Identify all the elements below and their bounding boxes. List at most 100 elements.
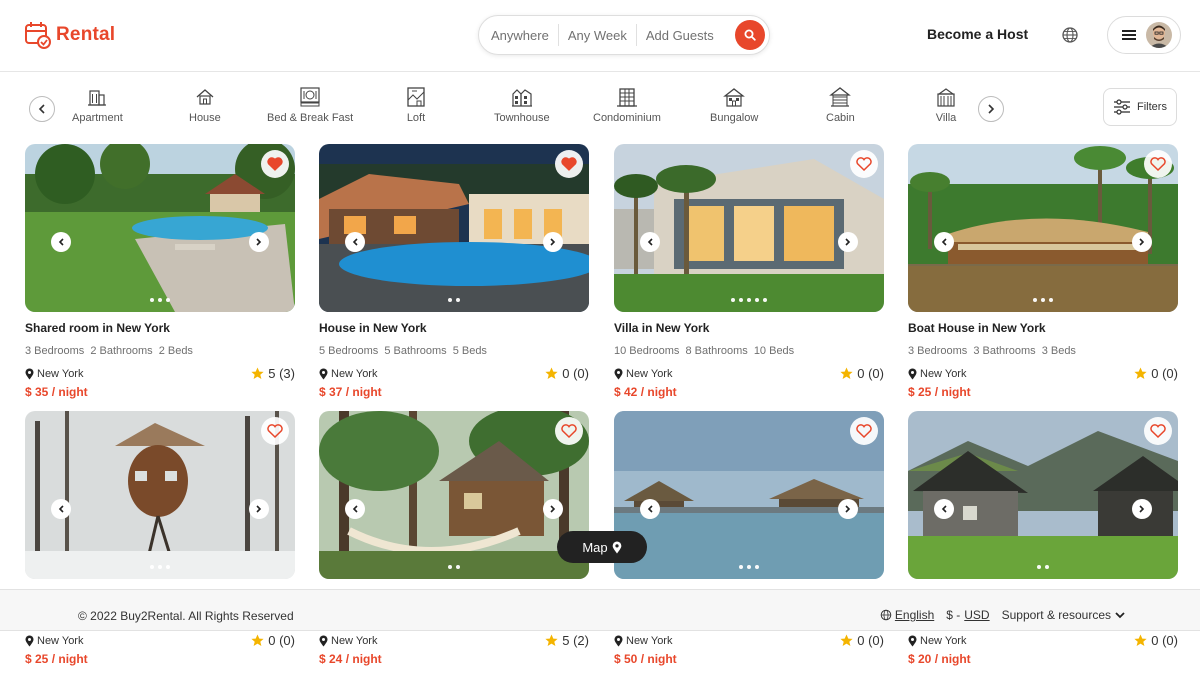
filters-button[interactable]: Filters [1103,88,1177,126]
listing-photo[interactable] [319,144,589,312]
currency-label[interactable]: USD [964,608,989,622]
language-selector[interactable]: English [880,608,934,622]
forest-cabin-photo [319,411,589,579]
listing-photo[interactable] [614,144,884,312]
globe-icon[interactable] [1060,25,1080,45]
photo-prev-button[interactable] [51,499,71,519]
listing-meta: New York 0 (0) [25,633,295,648]
photo-prev-button[interactable] [51,232,71,252]
listing-card[interactable]: House in New York 5 Bedrooms 5 Bathrooms… [319,144,589,399]
favorite-button[interactable] [261,150,289,178]
category-bungalow[interactable]: Bungalow [710,86,758,124]
photo-next-button[interactable] [543,499,563,519]
category-label: Apartment [72,112,123,124]
category-condominium[interactable]: Condominium [593,86,661,124]
favorite-button[interactable] [1144,150,1172,178]
heart-outline-icon [1150,424,1166,438]
photo-next-button[interactable] [1132,499,1152,519]
user-menu-button[interactable] [1107,16,1181,54]
listing-meta: New York 5 (2) [319,633,589,648]
category-townhouse[interactable]: Townhouse [494,86,550,124]
photo-pagination-dots [614,298,884,302]
listing-meta-block: New York 0 (0) $ 50 / night [614,633,884,666]
photo-prev-button[interactable] [345,232,365,252]
listing-title[interactable]: Villa in New York [614,321,884,335]
favorite-button[interactable] [850,150,878,178]
favorite-button[interactable] [555,417,583,445]
category-label: Townhouse [494,112,550,124]
search-bar[interactable]: Anywhere Any Week Add Guests [478,15,770,55]
photo-prev-button[interactable] [345,499,365,519]
photo-next-button[interactable] [249,232,269,252]
avatar [1146,22,1172,48]
chevron-left-icon [352,238,358,246]
listing-rating: 0 (0) [840,633,884,648]
photo-next-button[interactable] [838,499,858,519]
category-loft[interactable]: Loft [405,86,427,124]
category-apartment[interactable]: Apartment [72,86,123,124]
star-icon [545,634,558,646]
show-map-button[interactable]: Map [557,531,647,563]
listing-rating: 0 (0) [1134,366,1178,381]
listing-card[interactable] [319,411,589,579]
search-guests[interactable]: Add Guests [635,24,723,46]
photo-pagination-dots [25,298,295,302]
listing-card[interactable] [614,411,884,579]
category-next-button[interactable] [978,96,1004,122]
photo-prev-button[interactable] [640,232,660,252]
language-label[interactable]: English [895,608,934,622]
search-button[interactable] [735,20,765,50]
become-host-link[interactable]: Become a Host [927,26,1028,42]
support-resources-menu[interactable]: Support & resources [1002,608,1125,622]
chevron-left-icon [352,505,358,513]
category-cabin[interactable]: Cabin [826,86,855,124]
listing-meta-block: New York 5 (2) $ 24 / night [319,633,589,666]
listing-card[interactable]: Villa in New York 10 Bedrooms 8 Bathroom… [614,144,884,399]
listing-photo[interactable] [908,411,1178,579]
listing-card[interactable]: Shared room in New York 3 Bedrooms 2 Bat… [25,144,295,399]
photo-next-button[interactable] [838,232,858,252]
listing-card[interactable]: Boat House in New York 3 Bedrooms 3 Bath… [908,144,1178,399]
photo-next-button[interactable] [249,499,269,519]
listing-location: New York [25,635,83,647]
listing-photo[interactable] [319,411,589,579]
listing-title[interactable]: House in New York [319,321,589,335]
chevron-down-icon [1115,611,1125,618]
photo-next-button[interactable] [543,232,563,252]
category-prev-button[interactable] [29,96,55,122]
listing-photo[interactable] [25,144,295,312]
favorite-button[interactable] [850,417,878,445]
listing-price: $ 42 / night [614,385,677,399]
copyright-text: © 2022 Buy2Rental. All Rights Reserved [78,609,294,623]
listing-price: $ 37 / night [319,385,382,399]
brand-logo[interactable]: Rental [24,20,115,50]
heart-outline-icon [267,424,283,438]
listing-specs: 3 Bedrooms 2 Bathrooms 2 Beds [25,345,295,357]
listing-photo[interactable] [908,144,1178,312]
category-villa[interactable]: Villa [935,86,957,124]
listing-card[interactable] [908,411,1178,579]
listing-specs: 5 Bedrooms 5 Bathrooms 5 Beds [319,345,589,357]
favorite-button[interactable] [1144,417,1172,445]
listing-title[interactable]: Boat House in New York [908,321,1178,335]
search-where[interactable]: Anywhere [491,24,558,46]
calendar-check-icon [25,22,51,49]
listing-photo[interactable] [614,411,884,579]
category-house[interactable]: House [189,86,221,124]
listing-specs: 3 Bedrooms 3 Bathrooms 3 Beds [908,345,1178,357]
currency-selector[interactable]: $ - USD [946,608,989,622]
map-pin-icon [25,635,34,646]
photo-next-button[interactable] [1132,232,1152,252]
category-bed-breakfast[interactable]: Bed & Break Fast [267,86,353,124]
chevron-left-icon [941,505,947,513]
listing-title[interactable]: Shared room in New York [25,321,295,335]
favorite-button[interactable] [555,150,583,178]
map-pin-icon [319,635,328,646]
photo-prev-button[interactable] [934,232,954,252]
search-when[interactable]: Any Week [557,24,636,46]
photo-prev-button[interactable] [640,499,660,519]
listing-photo[interactable] [25,411,295,579]
favorite-button[interactable] [261,417,289,445]
photo-prev-button[interactable] [934,499,954,519]
listing-card[interactable] [25,411,295,579]
